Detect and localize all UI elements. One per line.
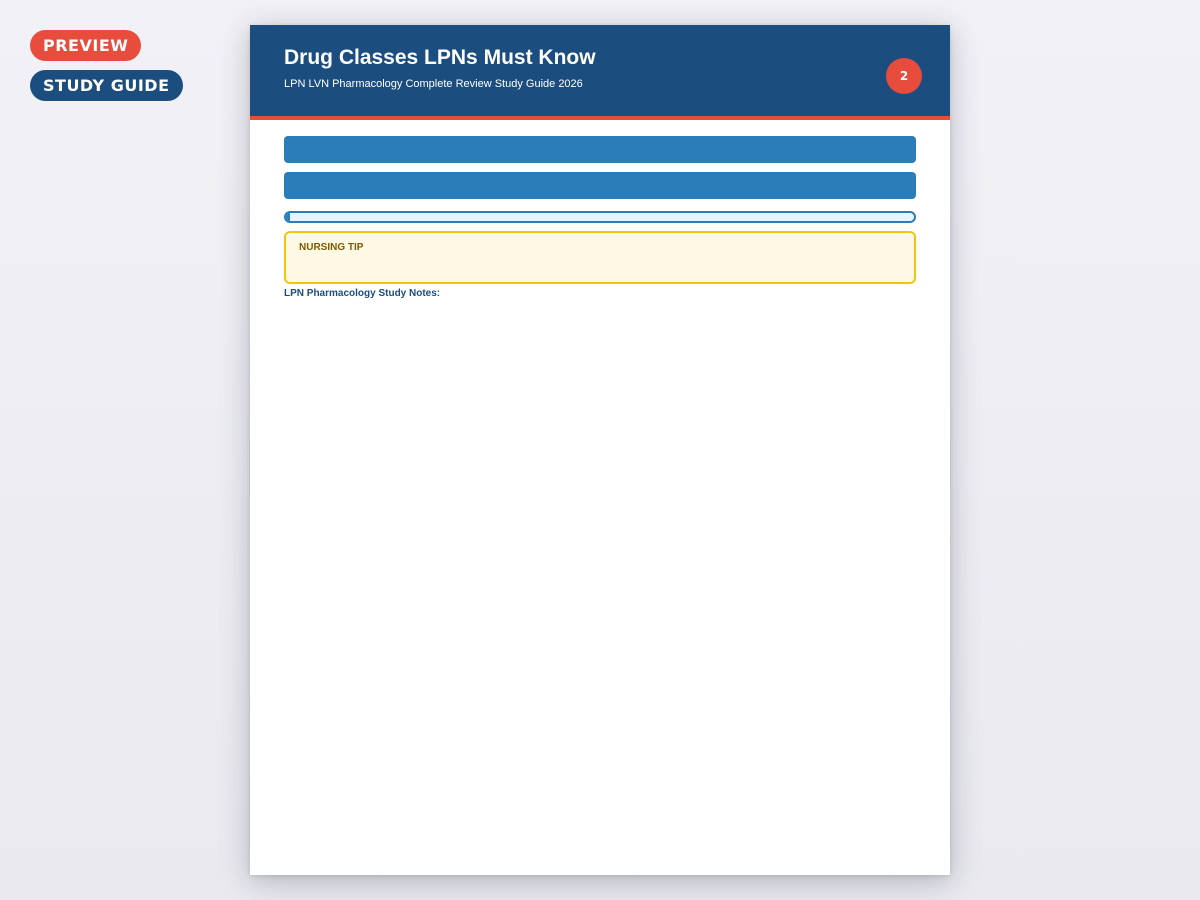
section-bar-1: [284, 136, 916, 163]
study-notes-heading: LPN Pharmacology Study Notes:: [284, 288, 441, 299]
page-subtitle: LPN LVN Pharmacology Complete Review Stu…: [284, 78, 583, 90]
page-header: Drug Classes LPNs Must Know LPN LVN Phar…: [250, 25, 950, 120]
progress-bar: [284, 211, 916, 223]
nursing-tip-box: NURSING TIP: [284, 231, 916, 284]
section-bar-2: [284, 172, 916, 199]
page-title: Drug Classes LPNs Must Know: [284, 46, 596, 69]
nursing-tip-label: NURSING TIP: [299, 242, 364, 253]
study-guide-badge: STUDY GUIDE: [30, 70, 183, 101]
document-page: Drug Classes LPNs Must Know LPN LVN Phar…: [250, 25, 950, 875]
progress-bar-fill: [286, 213, 290, 221]
preview-badge: PREVIEW: [30, 30, 142, 61]
page-number-badge: 2: [886, 58, 922, 94]
